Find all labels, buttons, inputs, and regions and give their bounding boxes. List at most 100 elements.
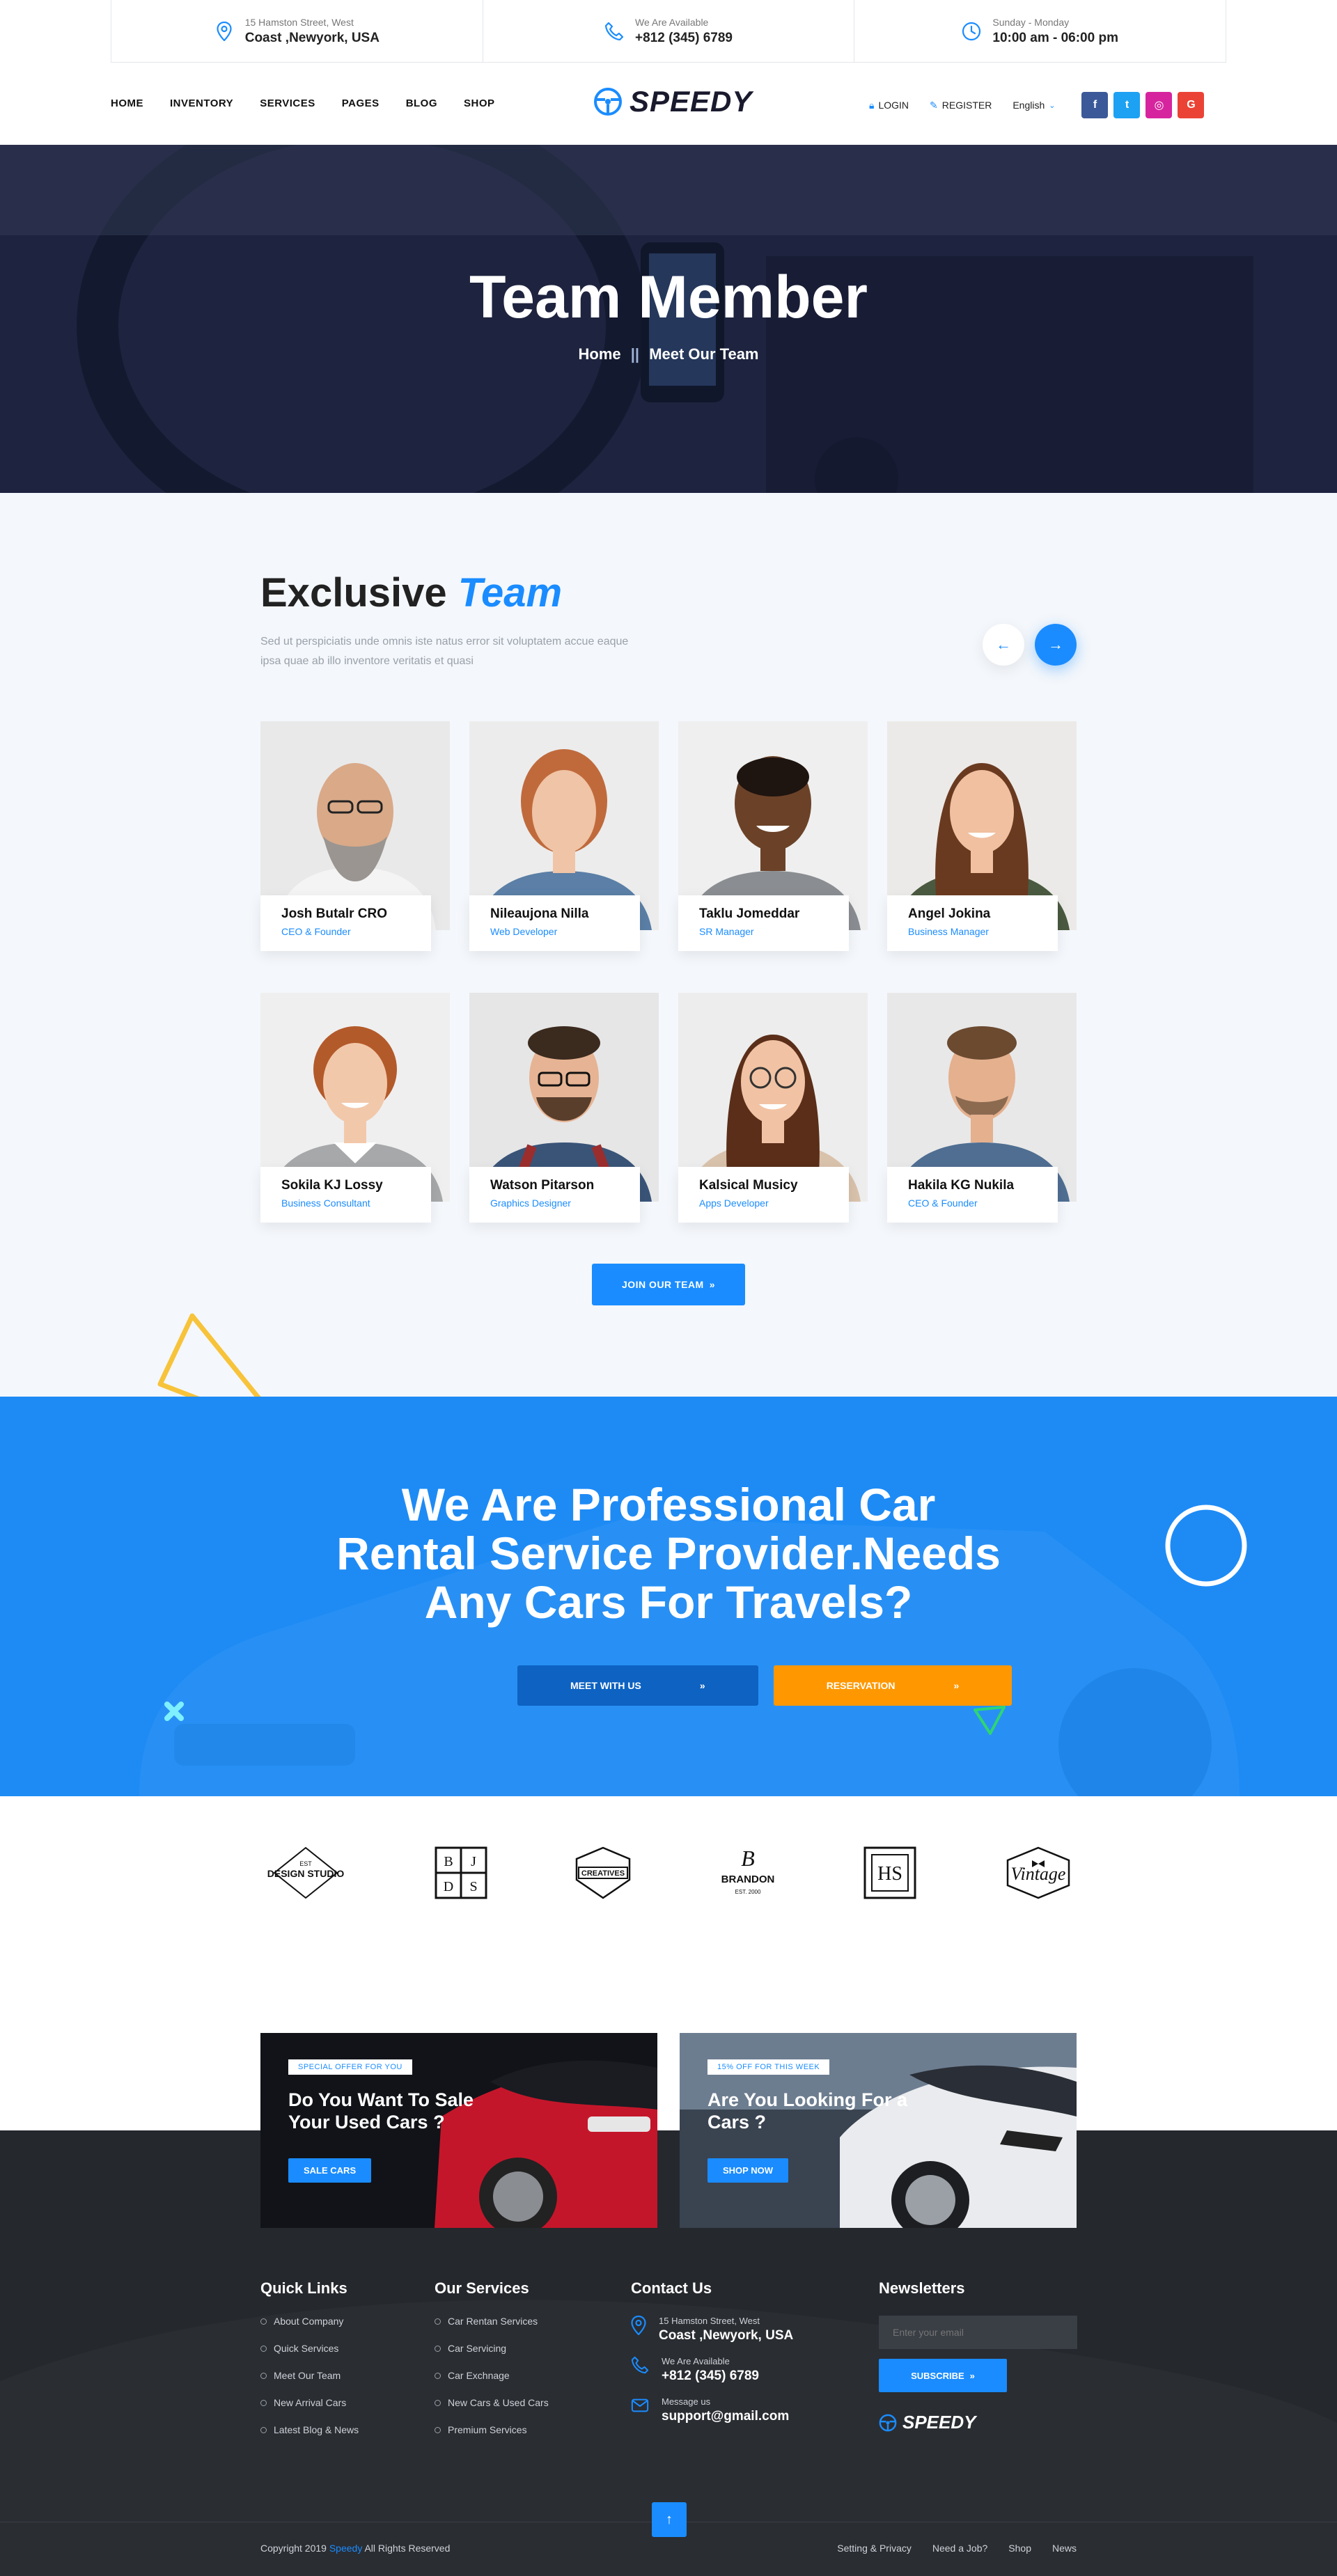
member-name[interactable]: Josh Butalr CRO bbox=[281, 906, 410, 922]
hours-days: Sunday - Monday bbox=[992, 16, 1070, 28]
service-link[interactable]: Car Rentan Services bbox=[435, 2316, 549, 2327]
cta-line-3: Any Cars For Travels? bbox=[424, 1576, 913, 1628]
cta-section: We Are Professional Car Rental Service P… bbox=[0, 1397, 1337, 1796]
bottom-link-shop[interactable]: Shop bbox=[1008, 2543, 1031, 2554]
contact-value[interactable]: +812 (345) 6789 bbox=[662, 2369, 759, 2384]
member-name[interactable]: Sokila KJ Lossy bbox=[281, 1178, 410, 1193]
join-team-button[interactable]: JOIN OUR TEAM » bbox=[592, 1264, 745, 1305]
breadcrumb: Home || Meet Our Team bbox=[0, 345, 1337, 363]
team-card[interactable]: Nileaujona Nilla Web Developer bbox=[469, 721, 659, 951]
phone-info: We Are Available +812 (345) 6789 bbox=[483, 0, 855, 62]
quick-links-column: Quick Links About Company Quick Services… bbox=[260, 2279, 359, 2451]
logo-text: SPEEDY bbox=[630, 85, 753, 118]
language-label: English bbox=[1012, 100, 1045, 111]
nav-blog[interactable]: BLOG bbox=[406, 97, 437, 109]
small-triangle-decoration bbox=[974, 1706, 1006, 1735]
member-role: Apps Developer bbox=[699, 1197, 769, 1209]
svg-text:EST: EST bbox=[299, 1860, 312, 1867]
services-column: Our Services Car Rentan Services Car Ser… bbox=[435, 2279, 549, 2451]
footer-link[interactable]: Quick Services bbox=[260, 2343, 359, 2354]
chevron-down-icon: ⌄ bbox=[1049, 101, 1056, 110]
footer-link[interactable]: New Arrival Cars bbox=[260, 2397, 359, 2408]
member-name[interactable]: Taklu Jomeddar bbox=[699, 906, 828, 922]
contact-value[interactable]: support@gmail.com bbox=[662, 2409, 789, 2424]
prev-arrow-button[interactable]: ← bbox=[983, 624, 1024, 666]
member-name[interactable]: Watson Pitarson bbox=[490, 1178, 619, 1193]
address-line-1: 15 Hamston Street, West bbox=[244, 16, 354, 28]
member-info: Watson Pitarson Graphics Designer bbox=[469, 1167, 640, 1223]
brand-logo-design-studio: EST DESIGN STUDIO bbox=[260, 1845, 351, 1901]
contact-title: Contact Us bbox=[631, 2279, 712, 2297]
nav-services[interactable]: SERVICES bbox=[260, 97, 315, 109]
team-section: Exclusive Team Sed ut perspiciatis unde … bbox=[0, 493, 1337, 1436]
service-link[interactable]: Car Exchnage bbox=[435, 2370, 549, 2381]
meet-label: MEET WITH US bbox=[570, 1680, 641, 1691]
team-card[interactable]: Angel Jokina Business Manager bbox=[887, 721, 1077, 951]
shop-now-button[interactable]: SHOP NOW bbox=[707, 2158, 788, 2183]
copyright-text-b: All Rights Reserved bbox=[362, 2543, 451, 2554]
bottom-link-job[interactable]: Need a Job? bbox=[932, 2543, 987, 2554]
register-label: REGISTER bbox=[941, 100, 992, 111]
member-name[interactable]: Hakila KG Nukila bbox=[908, 1178, 1037, 1193]
register-link[interactable]: ✎ REGISTER bbox=[930, 100, 992, 111]
section-title-main: Exclusive bbox=[260, 570, 447, 615]
phone-number[interactable]: +812 (345) 6789 bbox=[635, 31, 733, 46]
footer-link[interactable]: Meet Our Team bbox=[260, 2370, 359, 2381]
scroll-to-top-button[interactable]: ↑ bbox=[652, 2502, 687, 2537]
site-logo[interactable]: SPEEDY bbox=[593, 85, 752, 118]
phone-label: We Are Available bbox=[635, 16, 709, 28]
nav-home[interactable]: HOME bbox=[111, 97, 143, 109]
instagram-icon[interactable]: ◎ bbox=[1146, 92, 1173, 118]
service-link[interactable]: New Cars & Used Cars bbox=[435, 2397, 549, 2408]
service-link[interactable]: Car Servicing bbox=[435, 2343, 549, 2354]
member-name[interactable]: Angel Jokina bbox=[908, 906, 1037, 922]
double-chevron-right-icon: » bbox=[969, 2370, 975, 2381]
bottom-link-privacy[interactable]: Setting & Privacy bbox=[837, 2543, 912, 2554]
clock-icon bbox=[962, 22, 981, 41]
next-arrow-button[interactable]: → bbox=[1035, 624, 1077, 666]
footer-logo[interactable]: SPEEDY bbox=[879, 2412, 1077, 2433]
breadcrumb-home[interactable]: Home bbox=[579, 345, 621, 363]
nav-shop[interactable]: SHOP bbox=[464, 97, 495, 109]
team-card[interactable]: Taklu Jomeddar SR Manager bbox=[678, 721, 868, 951]
reservation-button[interactable]: RESERVATION » bbox=[773, 1665, 1012, 1706]
brand-logos: EST DESIGN STUDIO B J D S CREATIVES B BRANDON… bbox=[260, 1838, 1077, 1908]
facebook-icon[interactable]: f bbox=[1081, 92, 1109, 118]
top-info-bar: 15 Hamston Street, West Coast ,Newyork, … bbox=[111, 0, 1226, 63]
sale-cars-button[interactable]: SALE CARS bbox=[288, 2158, 372, 2183]
promo-card-sale[interactable]: SPECIAL OFFER FOR YOU Do You Want To Sal… bbox=[260, 2033, 657, 2228]
footer-link[interactable]: About Company bbox=[260, 2316, 359, 2327]
service-link[interactable]: Premium Services bbox=[435, 2424, 549, 2435]
svg-text:J: J bbox=[471, 1854, 476, 1869]
nav-menu: HOME INVENTORY SERVICES PAGES BLOG SHOP bbox=[111, 97, 495, 109]
footer-link[interactable]: Latest Blog & News bbox=[260, 2424, 359, 2435]
member-name[interactable]: Nileaujona Nilla bbox=[490, 906, 619, 922]
member-role: Business Manager bbox=[908, 926, 989, 937]
location-pin-icon bbox=[631, 2316, 646, 2335]
member-name[interactable]: Kalsical Musicy bbox=[699, 1178, 828, 1193]
meet-with-us-button[interactable]: MEET WITH US » bbox=[517, 1665, 758, 1706]
twitter-icon[interactable]: t bbox=[1113, 92, 1141, 118]
newsletter-email-input[interactable] bbox=[879, 2316, 1077, 2349]
team-card[interactable]: Hakila KG Nukila CEO & Founder bbox=[887, 993, 1077, 1223]
brand-logo-creatives: CREATIVES bbox=[572, 1845, 634, 1901]
phone-icon bbox=[604, 22, 624, 41]
team-card[interactable]: Kalsical Musicy Apps Developer bbox=[678, 993, 868, 1223]
team-card[interactable]: Watson Pitarson Graphics Designer bbox=[469, 993, 659, 1223]
team-card[interactable]: Sokila KJ Lossy Business Consultant bbox=[260, 993, 450, 1223]
login-link[interactable]: 🔒︎ LOGIN bbox=[869, 100, 909, 111]
promo-title: Do You Want To Sale Your Used Cars ? bbox=[288, 2089, 474, 2133]
subscribe-button[interactable]: SUBSCRIBE » bbox=[879, 2359, 1007, 2392]
language-select[interactable]: English ⌄ bbox=[1012, 100, 1055, 111]
copyright-brand-link[interactable]: Speedy bbox=[329, 2543, 362, 2554]
team-card[interactable]: Josh Butalr CRO CEO & Founder bbox=[260, 721, 450, 951]
nav-inventory[interactable]: INVENTORY bbox=[170, 97, 233, 109]
google-icon[interactable]: G bbox=[1178, 92, 1205, 118]
newsletter-title: Newsletters bbox=[879, 2279, 965, 2297]
nav-pages[interactable]: PAGES bbox=[342, 97, 380, 109]
promo-card-shop[interactable]: 15% OFF FOR THIS WEEK Are You Looking Fo… bbox=[680, 2033, 1077, 2228]
envelope-icon bbox=[631, 2398, 649, 2412]
page-hero: Team Member Home || Meet Our Team bbox=[0, 145, 1337, 493]
contact-label: Message us bbox=[662, 2396, 711, 2407]
bottom-link-news[interactable]: News bbox=[1052, 2543, 1077, 2554]
